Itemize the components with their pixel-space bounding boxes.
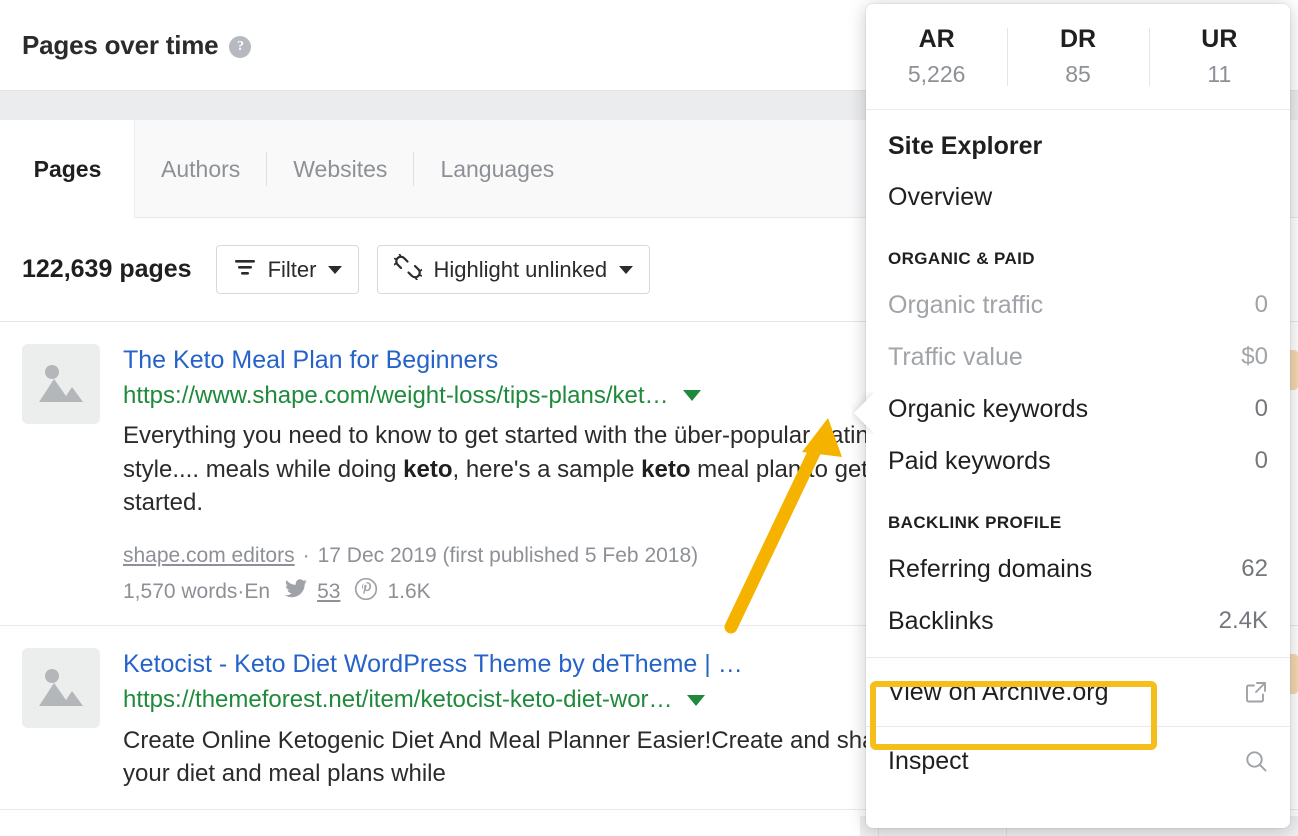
metrics-bar: AR 5,226 DR 85 UR 11 bbox=[866, 4, 1290, 110]
tab-languages[interactable]: Languages bbox=[414, 120, 580, 218]
metric-ar-label: AR bbox=[919, 25, 955, 54]
dropdown-section-title: Site Explorer bbox=[866, 110, 1290, 161]
filter-button-label: Filter bbox=[268, 257, 317, 283]
result-language: En bbox=[244, 580, 270, 604]
metric-ar-value: 5,226 bbox=[908, 61, 966, 88]
broken-link-icon bbox=[394, 254, 422, 286]
menu-item-backlinks[interactable]: Backlinks 2.4K bbox=[866, 595, 1290, 647]
pages-count-label: 122,639 pages bbox=[22, 255, 192, 284]
result-description-keyword: keto bbox=[403, 456, 452, 483]
result-date: 17 Dec 2019 (first published 5 Feb 2018) bbox=[318, 544, 699, 567]
chevron-down-icon bbox=[619, 266, 633, 274]
menu-item-backlinks-value: 2.4K bbox=[1219, 607, 1268, 635]
group-label-organic-paid: ORGANIC & PAID bbox=[866, 223, 1290, 269]
chevron-down-icon bbox=[328, 266, 342, 274]
metric-dr[interactable]: DR 85 bbox=[1007, 4, 1148, 109]
image-placeholder-icon bbox=[22, 648, 100, 728]
result-author[interactable]: shape.com editors bbox=[123, 544, 295, 567]
page-title: Pages over time bbox=[22, 30, 218, 61]
tab-authors-label: Authors bbox=[161, 156, 240, 183]
filter-button[interactable]: Filter bbox=[216, 245, 360, 294]
tab-websites-label: Websites bbox=[293, 156, 387, 183]
result-url[interactable]: https://www.shape.com/weight-loss/tips-p… bbox=[123, 380, 669, 411]
result-description-text: , here's a sample bbox=[452, 456, 641, 483]
metric-ar[interactable]: AR 5,226 bbox=[866, 4, 1007, 109]
tab-pages-label: Pages bbox=[34, 156, 102, 183]
metric-ur-value: 11 bbox=[1207, 61, 1231, 88]
menu-item-traffic-value-label: Traffic value bbox=[888, 343, 1023, 372]
menu-item-paid-keywords-value: 0 bbox=[1255, 447, 1268, 475]
pinterest-share-count: 1.6K bbox=[354, 577, 430, 607]
menu-item-traffic-value-value: $0 bbox=[1241, 343, 1268, 371]
metric-dr-value: 85 bbox=[1065, 61, 1091, 88]
menu-item-referring-domains[interactable]: Referring domains 62 bbox=[866, 543, 1290, 595]
twitter-share-count: 53 bbox=[284, 579, 340, 605]
result-word-count: 1,570 words bbox=[123, 580, 237, 604]
menu-item-backlinks-label: Backlinks bbox=[888, 607, 994, 636]
menu-item-referring-domains-value: 62 bbox=[1241, 555, 1268, 583]
menu-item-inspect-label: Inspect bbox=[888, 747, 969, 776]
menu-item-inspect[interactable]: Inspect bbox=[866, 727, 1290, 795]
menu-item-organic-keywords-value: 0 bbox=[1255, 395, 1268, 423]
filter-icon bbox=[233, 257, 257, 283]
menu-item-overview-label: Overview bbox=[888, 183, 992, 212]
menu-item-paid-keywords-label: Paid keywords bbox=[888, 447, 1051, 476]
menu-item-referring-domains-label: Referring domains bbox=[888, 555, 1092, 584]
meta-dot: · bbox=[303, 544, 310, 567]
chevron-down-icon[interactable] bbox=[683, 390, 701, 401]
dropdown-pointer bbox=[852, 392, 874, 434]
metric-ur-label: UR bbox=[1201, 25, 1237, 54]
menu-item-organic-traffic-value: 0 bbox=[1255, 291, 1268, 319]
tab-languages-label: Languages bbox=[440, 156, 554, 183]
site-explorer-dropdown: AR 5,226 DR 85 UR 11 Site Explorer Overv… bbox=[866, 4, 1290, 828]
menu-item-view-on-archive-org[interactable]: View on Archive.org bbox=[866, 658, 1290, 726]
dropdown-body: Site Explorer Overview ORGANIC & PAID Or… bbox=[866, 110, 1290, 795]
question-mark-icon[interactable]: ? bbox=[229, 36, 251, 58]
pinterest-icon bbox=[354, 577, 387, 607]
menu-item-overview[interactable]: Overview bbox=[866, 171, 1290, 223]
menu-item-paid-keywords[interactable]: Paid keywords 0 bbox=[866, 435, 1290, 487]
menu-item-organic-keywords[interactable]: Organic keywords 0 bbox=[866, 383, 1290, 435]
menu-item-organic-keywords-label: Organic keywords bbox=[888, 395, 1088, 424]
pinterest-count: 1.6K bbox=[387, 580, 430, 604]
tab-pages[interactable]: Pages bbox=[0, 120, 135, 218]
twitter-icon bbox=[284, 579, 317, 605]
metric-dr-label: DR bbox=[1060, 25, 1096, 54]
image-placeholder-icon bbox=[22, 344, 100, 424]
menu-item-organic-traffic-label: Organic traffic bbox=[888, 291, 1043, 320]
external-link-icon bbox=[1244, 680, 1268, 704]
meta-dot: · bbox=[237, 580, 244, 604]
result-description: Create Online Ketogenic Diet And Meal Pl… bbox=[123, 724, 923, 791]
chevron-down-icon[interactable] bbox=[687, 695, 705, 706]
menu-item-view-on-archive-org-label: View on Archive.org bbox=[888, 678, 1109, 707]
highlight-unlinked-label: Highlight unlinked bbox=[433, 257, 607, 283]
result-description-keyword: keto bbox=[641, 456, 690, 483]
result-url[interactable]: https://themeforest.net/item/ketocist-ke… bbox=[123, 684, 673, 715]
menu-item-organic-traffic: Organic traffic 0 bbox=[866, 279, 1290, 331]
tab-authors[interactable]: Authors bbox=[135, 120, 266, 218]
search-icon bbox=[1244, 749, 1268, 773]
result-description: Everything you need to know to get start… bbox=[123, 419, 923, 520]
twitter-count[interactable]: 53 bbox=[317, 580, 340, 604]
menu-item-traffic-value: Traffic value $0 bbox=[866, 331, 1290, 383]
highlight-unlinked-button[interactable]: Highlight unlinked bbox=[377, 245, 650, 294]
group-label-backlink-profile: BACKLINK PROFILE bbox=[866, 487, 1290, 533]
tab-websites[interactable]: Websites bbox=[267, 120, 413, 218]
metric-ur[interactable]: UR 11 bbox=[1149, 4, 1290, 109]
